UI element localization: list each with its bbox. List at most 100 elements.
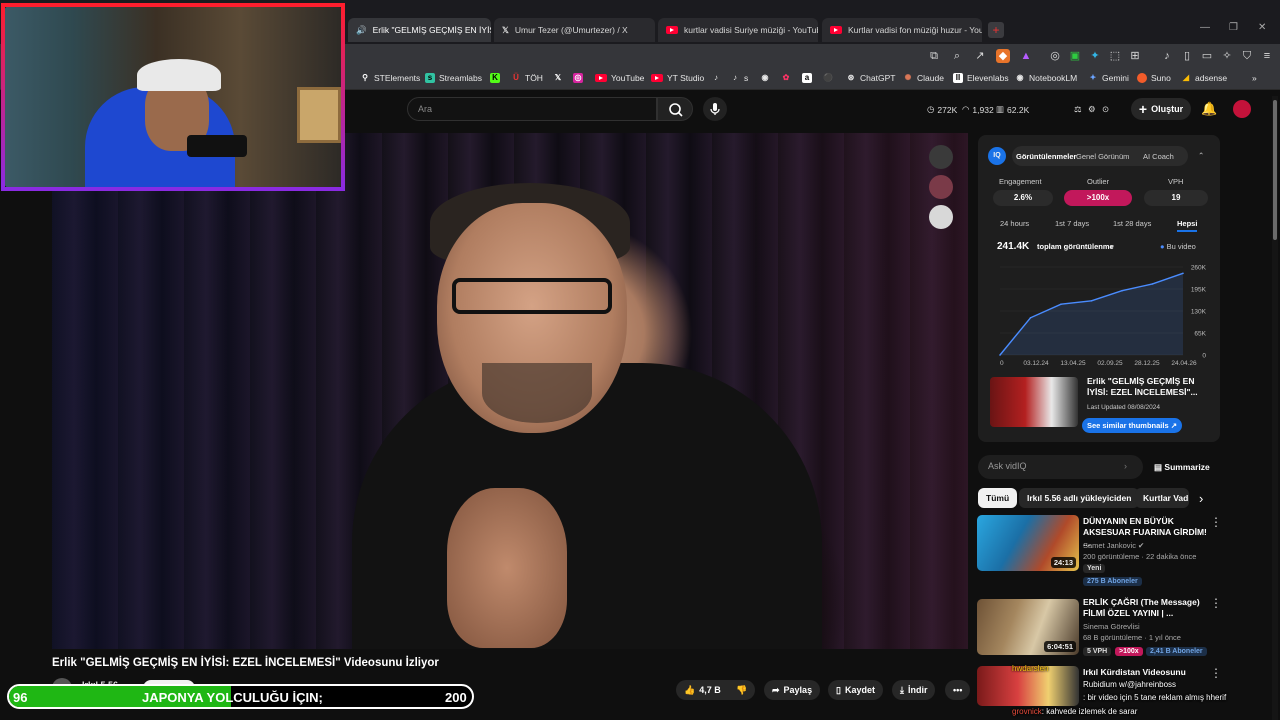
wallet-icon[interactable]: ▭ xyxy=(1200,49,1214,63)
video-overlay-avatar[interactable] xyxy=(929,175,953,199)
install-icon[interactable]: ⧉ xyxy=(927,49,941,63)
period-7d[interactable]: 1st 7 days xyxy=(1055,219,1089,228)
bookmark-misc[interactable]: ◉ xyxy=(760,73,770,83)
extension-icon[interactable]: ⬚ xyxy=(1108,49,1122,63)
rewards-icon[interactable]: ▲ xyxy=(1019,49,1033,63)
summarize-label: Summarize xyxy=(1164,462,1210,472)
video-overlay-avatar[interactable] xyxy=(929,205,953,229)
bookmark-youtube[interactable]: YouTube xyxy=(595,73,644,83)
rec-thumbnail[interactable]: 24:13 xyxy=(977,515,1079,571)
chevron-right-icon[interactable]: › xyxy=(1199,491,1203,506)
vidiq-tab-aicoach[interactable]: AI Coach xyxy=(1143,152,1174,161)
more-actions-button[interactable]: ••• xyxy=(945,680,971,700)
chip-kurtlar[interactable]: Kurtlar Vadi xyxy=(1135,488,1189,508)
rec-more-icon[interactable]: ⋮ xyxy=(1210,515,1222,529)
extension-icon[interactable]: ⊞ xyxy=(1128,49,1142,63)
vpn-icon[interactable]: ⛉ xyxy=(1240,49,1254,63)
bookmark-chatgpt[interactable]: ⊛ ChatGPT xyxy=(846,73,896,83)
period-24h[interactable]: 24 hours xyxy=(1000,219,1029,228)
extension-icon[interactable]: ◎ xyxy=(1048,49,1062,63)
bookmark-stelements[interactable]: ⚲ STElements xyxy=(360,73,420,83)
collapse-icon[interactable]: ⌃ xyxy=(1198,151,1204,160)
create-button[interactable]: + Oluştur xyxy=(1131,98,1191,120)
share-button[interactable]: ➦ Paylaş xyxy=(764,680,821,700)
bookmark-gemini[interactable]: ✦ Gemini xyxy=(1088,73,1129,83)
bookmark-adsense[interactable]: ◢ adsense xyxy=(1181,73,1227,83)
bookmark-toh[interactable]: Ü TÖH xyxy=(511,73,543,83)
save-button[interactable]: ▯ Kaydet xyxy=(828,680,883,700)
bookmark-ytstudio[interactable]: YT Studio xyxy=(651,73,704,83)
new-tab-button[interactable]: + xyxy=(988,22,1004,38)
bookmark-elevenlabs[interactable]: II Elevenlabs xyxy=(953,73,1009,83)
bookmark-misc[interactable]: ⚫ xyxy=(823,73,833,83)
bookmark-suno[interactable]: Suno xyxy=(1137,73,1171,83)
video-overlay-avatar[interactable] xyxy=(929,145,953,169)
ask-vidiq-input[interactable]: Ask vidIQ xyxy=(978,455,1143,479)
dislike-button[interactable]: 👎 xyxy=(728,680,756,700)
bookmark-kick[interactable]: K xyxy=(490,73,500,83)
chip-all[interactable]: Tümü xyxy=(978,488,1018,508)
instagram-icon: ◎ xyxy=(573,73,583,83)
rec-title[interactable]: ERLİK ÇAĞRI (The Message) FİLMİ ÖZEL YAY… xyxy=(1083,597,1208,619)
bookmark-misc[interactable]: ✿ xyxy=(781,73,791,83)
chevron-down-icon[interactable]: ▾ xyxy=(1110,242,1114,251)
extension-icon[interactable]: ▣ xyxy=(1068,49,1082,63)
notifications-icon[interactable]: 🔔 xyxy=(1201,101,1217,117)
avatar[interactable] xyxy=(1233,100,1251,118)
bookmark-x[interactable]: 𝕏 xyxy=(553,73,563,83)
info-icon[interactable]: ⊙ xyxy=(1102,104,1109,115)
scrollbar-thumb[interactable] xyxy=(1273,100,1277,240)
rec-title[interactable]: Irkıl Kürdistan Videosunu xyxy=(1083,667,1208,678)
rec-channel[interactable]: Sinema Görevlisi xyxy=(1083,622,1140,631)
bookmark-tiktok-s[interactable]: ♪ s xyxy=(730,73,748,83)
extension-icon[interactable]: ✦ xyxy=(1088,49,1102,63)
rec-thumbnail[interactable]: 6:04:51 xyxy=(977,599,1079,655)
send-icon[interactable]: › xyxy=(1124,461,1127,471)
voice-search-button[interactable] xyxy=(703,97,727,121)
see-similar-button[interactable]: See similar thumbnails ↗ xyxy=(1082,418,1182,433)
share-icon[interactable]: ↗ xyxy=(973,49,987,63)
vidiq-panel: IQ Görüntülenmeler Genel Görünüm AI Coac… xyxy=(978,135,1220,442)
rec-channel[interactable]: Samet Jankovic ✔ xyxy=(1083,541,1144,550)
like-button[interactable]: 👍 4,7 B xyxy=(676,680,729,700)
settings-icon[interactable]: ⚙ xyxy=(1088,104,1096,115)
rec-more-icon[interactable]: ⋮ xyxy=(1210,666,1222,680)
minimize-icon[interactable]: — xyxy=(1200,22,1210,33)
music-icon[interactable]: ♪ xyxy=(1160,49,1174,63)
leo-icon[interactable]: ✧ xyxy=(1220,49,1234,63)
bookmark-instagram[interactable]: ◎ xyxy=(573,73,583,83)
tab-x[interactable]: 𝕏 Umur Tezer (@Umurtezer) / X xyxy=(494,18,655,42)
tab-youtube-1[interactable]: kurtlar vadisi Suriye müziği - YouTube xyxy=(658,18,818,42)
tab-youtube-2[interactable]: Kurtlar vadisi fon müziği huzur - YouTub… xyxy=(822,18,982,42)
y-tick-label: 260K xyxy=(1191,265,1207,272)
sidebar-icon[interactable]: ▯ xyxy=(1180,49,1194,63)
period-28d[interactable]: 1st 28 days xyxy=(1113,219,1151,228)
maximize-icon[interactable]: ❐ xyxy=(1229,22,1238,33)
summarize-button[interactable]: ▤ Summarize xyxy=(1154,462,1210,473)
video-player[interactable] xyxy=(52,133,968,649)
brave-shield-icon[interactable]: ◆ xyxy=(996,49,1010,63)
search-button[interactable] xyxy=(657,97,693,121)
st-icon: ⚲ xyxy=(362,73,368,82)
total-views-label[interactable]: toplam görüntülenme xyxy=(1037,242,1114,251)
chip-channel[interactable]: Irkıl 5.56 adlı yükleyiciden xyxy=(1019,488,1140,508)
views-chart: 260K 195K 130K 65K 0 0 03.12.24 13.04.25 02.09.2… xyxy=(999,265,1207,365)
bookmark-claude[interactable]: ✺ Claude xyxy=(903,73,944,83)
bookmark-misc[interactable]: a xyxy=(802,73,812,83)
close-window-icon[interactable]: ✕ xyxy=(1258,22,1266,33)
tab-active[interactable]: 🔊 Erlik "GELMİŞ GEÇMİŞ EN İYİSİ ✕ xyxy=(348,18,491,42)
download-button[interactable]: ⤓ İndir xyxy=(892,680,936,700)
menu-icon[interactable]: ≡ xyxy=(1260,49,1274,63)
suno-icon xyxy=(1137,73,1147,83)
bookmark-streamlabs[interactable]: s Streamlabs xyxy=(425,73,482,83)
vidiq-icon[interactable]: ⚖ xyxy=(1074,104,1082,115)
bookmark-tiktok[interactable]: ♪ xyxy=(711,73,721,83)
vidiq-tab-views[interactable]: Görüntülenmeler xyxy=(1016,152,1076,161)
search-input[interactable]: Ara xyxy=(407,97,657,121)
vidiq-tab-overview[interactable]: Genel Görünüm xyxy=(1076,152,1129,161)
rec-more-icon[interactable]: ⋮ xyxy=(1210,596,1222,610)
zoom-icon[interactable]: ⌕ xyxy=(950,49,964,63)
bookmarks-overflow-icon[interactable]: » xyxy=(1252,73,1257,83)
bookmark-notebooklm[interactable]: ◉ NotebookLM xyxy=(1015,73,1078,83)
period-all[interactable]: Hepsi xyxy=(1177,219,1198,232)
